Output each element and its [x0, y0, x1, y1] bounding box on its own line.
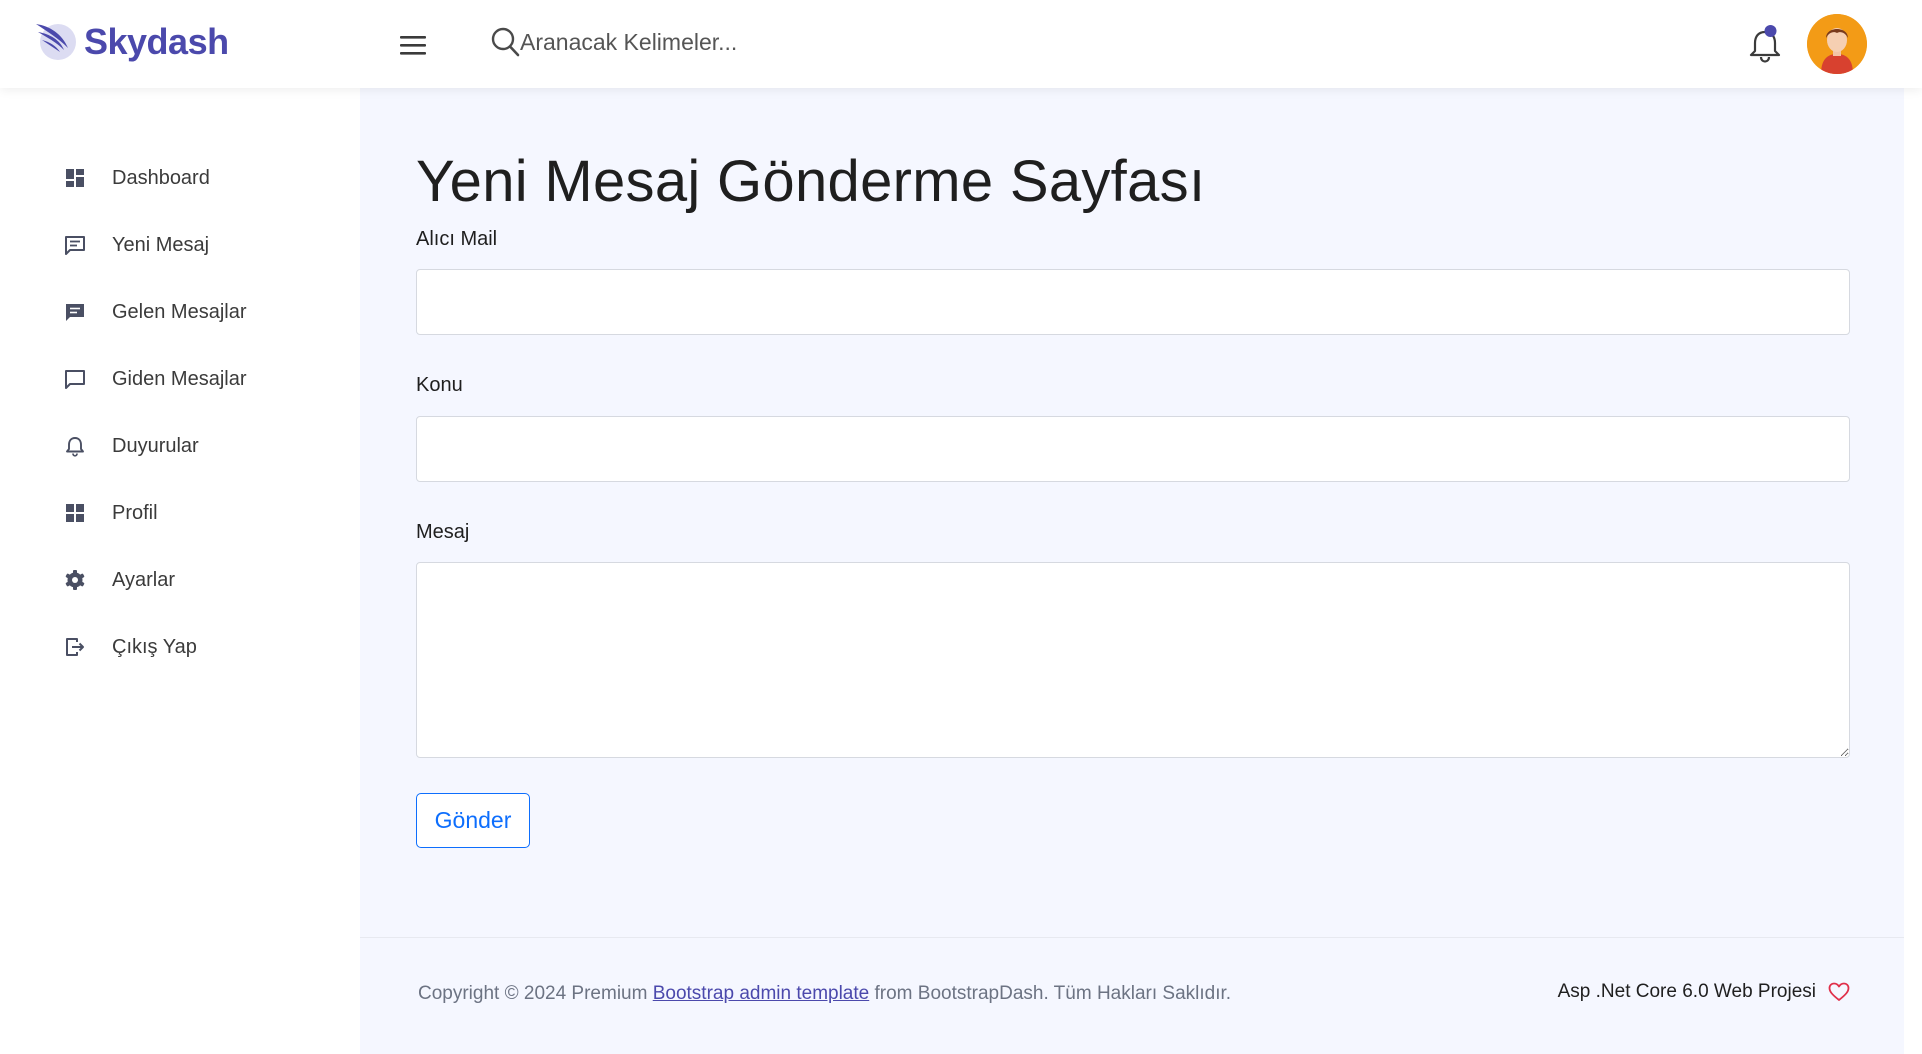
sidebar: Dashboard Yeni Mesaj Gelen Mesajlar Gide… [0, 88, 360, 1054]
gear-icon [65, 570, 85, 590]
bootstrap-template-link[interactable]: Bootstrap admin template [653, 983, 870, 1004]
search-bar [490, 26, 940, 58]
search-input[interactable] [520, 28, 940, 56]
sidebar-item-profil[interactable]: Profil [64, 493, 158, 533]
logo-icon [36, 24, 76, 60]
sidebar-item-label: Çıkış Yap [112, 635, 197, 658]
top-navbar: Skydash [0, 0, 1922, 88]
sidebar-item-cikis-yap[interactable]: Çıkış Yap [64, 627, 197, 667]
page-title: Yeni Mesaj Gönderme Sayfası [416, 149, 1206, 214]
sidebar-item-label: Yeni Mesaj [112, 233, 210, 256]
sidebar-item-giden-mesajlar[interactable]: Giden Mesajlar [64, 359, 247, 399]
hamburger-menu-icon[interactable] [398, 32, 428, 58]
footer-divider [360, 937, 1904, 938]
heart-icon [1828, 982, 1850, 1001]
sidebar-item-label: Dashboard [112, 166, 210, 189]
send-button[interactable]: Gönder [416, 793, 530, 848]
message-icon [65, 236, 85, 255]
sidebar-item-dashboard[interactable]: Dashboard [64, 158, 210, 198]
subject-field[interactable] [416, 416, 1850, 482]
sidebar-item-duyurular[interactable]: Duyurular [64, 426, 199, 466]
chat-bubble-icon [65, 370, 85, 389]
sidebar-item-ayarlar[interactable]: Ayarlar [64, 560, 175, 600]
search-icon[interactable] [490, 26, 520, 58]
copyright-suffix: from BootstrapDash. Tüm Hakları Saklıdır… [869, 983, 1232, 1004]
sidebar-item-label: Ayarlar [112, 568, 175, 591]
avatar-person-icon [1807, 14, 1867, 74]
footer-copyright: Copyright © 2024 Premium Bootstrap admin… [418, 983, 1231, 1005]
message-textarea[interactable] [416, 562, 1850, 758]
copyright-prefix: Copyright © 2024 Premium [418, 983, 653, 1004]
user-avatar[interactable] [1807, 14, 1867, 74]
sidebar-item-label: Gelen Mesajlar [112, 300, 247, 323]
recipient-label: Alıcı Mail [416, 228, 498, 250]
dashboard-icon [66, 169, 84, 187]
brand-logo[interactable]: Skydash [32, 18, 229, 66]
sidebar-item-label: Profil [112, 501, 158, 524]
recipient-email-field[interactable] [416, 269, 1850, 335]
grid-icon [66, 504, 84, 522]
message-label: Mesaj [416, 521, 470, 543]
project-text: Asp .Net Core 6.0 Web Projesi [1557, 981, 1816, 1002]
bell-icon [66, 437, 84, 457]
inbox-message-icon [66, 304, 84, 321]
logout-icon [66, 638, 84, 656]
sidebar-item-label: Giden Mesajlar [112, 367, 247, 390]
brand-name: Skydash [84, 21, 229, 62]
notification-bell-icon[interactable] [1748, 24, 1782, 64]
sidebar-item-gelen-mesajlar[interactable]: Gelen Mesajlar [64, 292, 247, 332]
sidebar-item-label: Duyurular [112, 434, 199, 457]
main-content: Yeni Mesaj Gönderme Sayfası Alıcı Mail K… [360, 88, 1904, 1054]
sidebar-item-yeni-mesaj[interactable]: Yeni Mesaj [64, 225, 209, 265]
footer-project: Asp .Net Core 6.0 Web Projesi [1558, 981, 1850, 1003]
subject-label: Konu [416, 374, 463, 396]
